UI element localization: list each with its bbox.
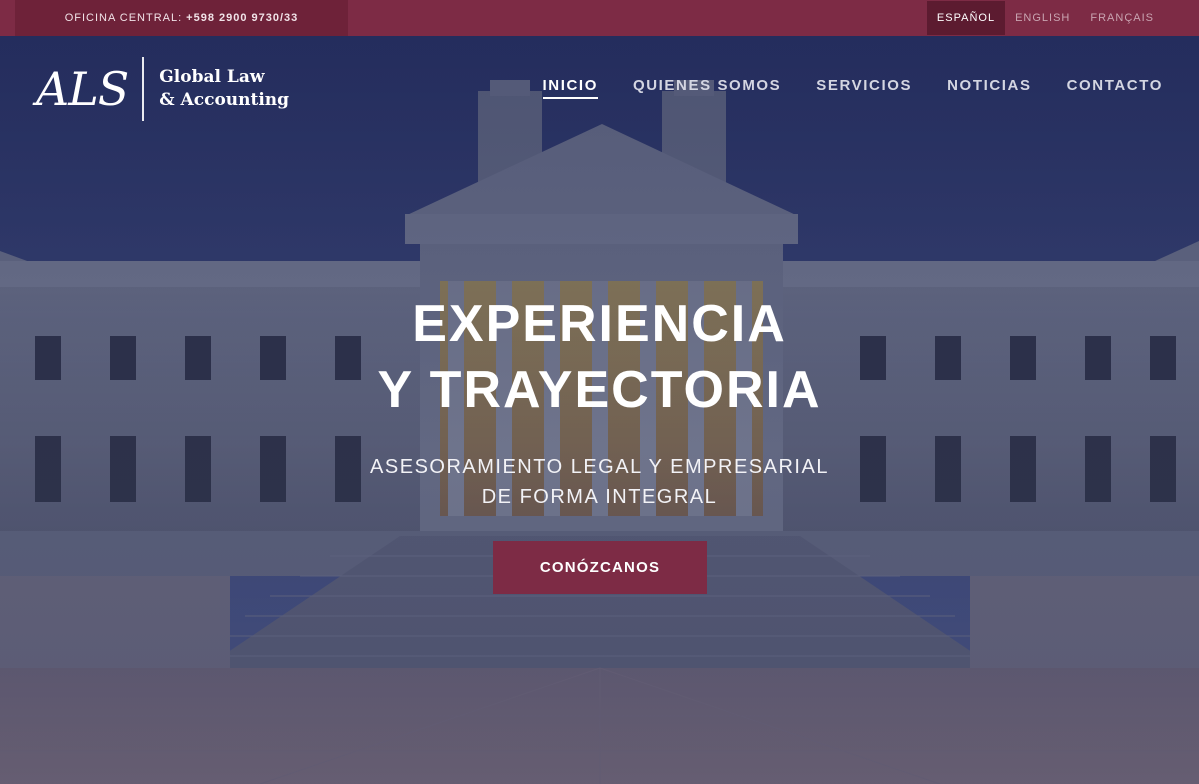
- logo-text: Global Law & Accounting: [144, 66, 289, 112]
- hero-title-line-1: EXPERIENCIA: [412, 295, 787, 353]
- lang-espanol[interactable]: ESPAÑOL: [926, 1, 1006, 35]
- nav-servicios[interactable]: SERVICIOS: [816, 77, 912, 99]
- office-phone-info: OFICINA CENTRAL: +598 2900 9730/33: [15, 0, 348, 36]
- conozcanos-button[interactable]: CONÓZCANOS: [493, 541, 707, 594]
- hero-title-line-2: Y TRAYECTORIA: [377, 361, 822, 419]
- logo-divider: [142, 57, 145, 121]
- office-label: OFICINA CENTRAL:: [64, 12, 183, 24]
- top-bar: OFICINA CENTRAL: +598 2900 9730/33 ESPAÑ…: [0, 0, 1199, 36]
- logo[interactable]: ALS Global Law & Accounting: [36, 56, 289, 122]
- lang-english[interactable]: ENGLISH: [1005, 1, 1080, 35]
- lang-francais[interactable]: FRANÇAIS: [1080, 1, 1164, 35]
- language-switcher: ESPAÑOL ENGLISH FRANÇAIS: [926, 1, 1164, 35]
- logo-mark: ALS: [36, 62, 129, 116]
- main-nav: INICIO QUIENES SOMOS SERVICIOS NOTICIAS …: [542, 77, 1163, 99]
- hero-subtitle-line-2: DE FORMA INTEGRAL: [481, 486, 718, 508]
- logo-line-2: & Accounting: [159, 90, 290, 110]
- nav-inicio[interactable]: INICIO: [542, 77, 598, 99]
- nav-quienes-somos[interactable]: QUIENES SOMOS: [633, 77, 781, 99]
- office-phone[interactable]: +598 2900 9730/33: [186, 12, 298, 24]
- hero-subtitle-line-1: ASESORAMIENTO LEGAL Y EMPRESARIAL: [370, 456, 829, 478]
- nav-contacto[interactable]: CONTACTO: [1067, 77, 1163, 99]
- logo-line-1: Global Law: [159, 67, 265, 87]
- nav-noticias[interactable]: NOTICIAS: [947, 77, 1031, 99]
